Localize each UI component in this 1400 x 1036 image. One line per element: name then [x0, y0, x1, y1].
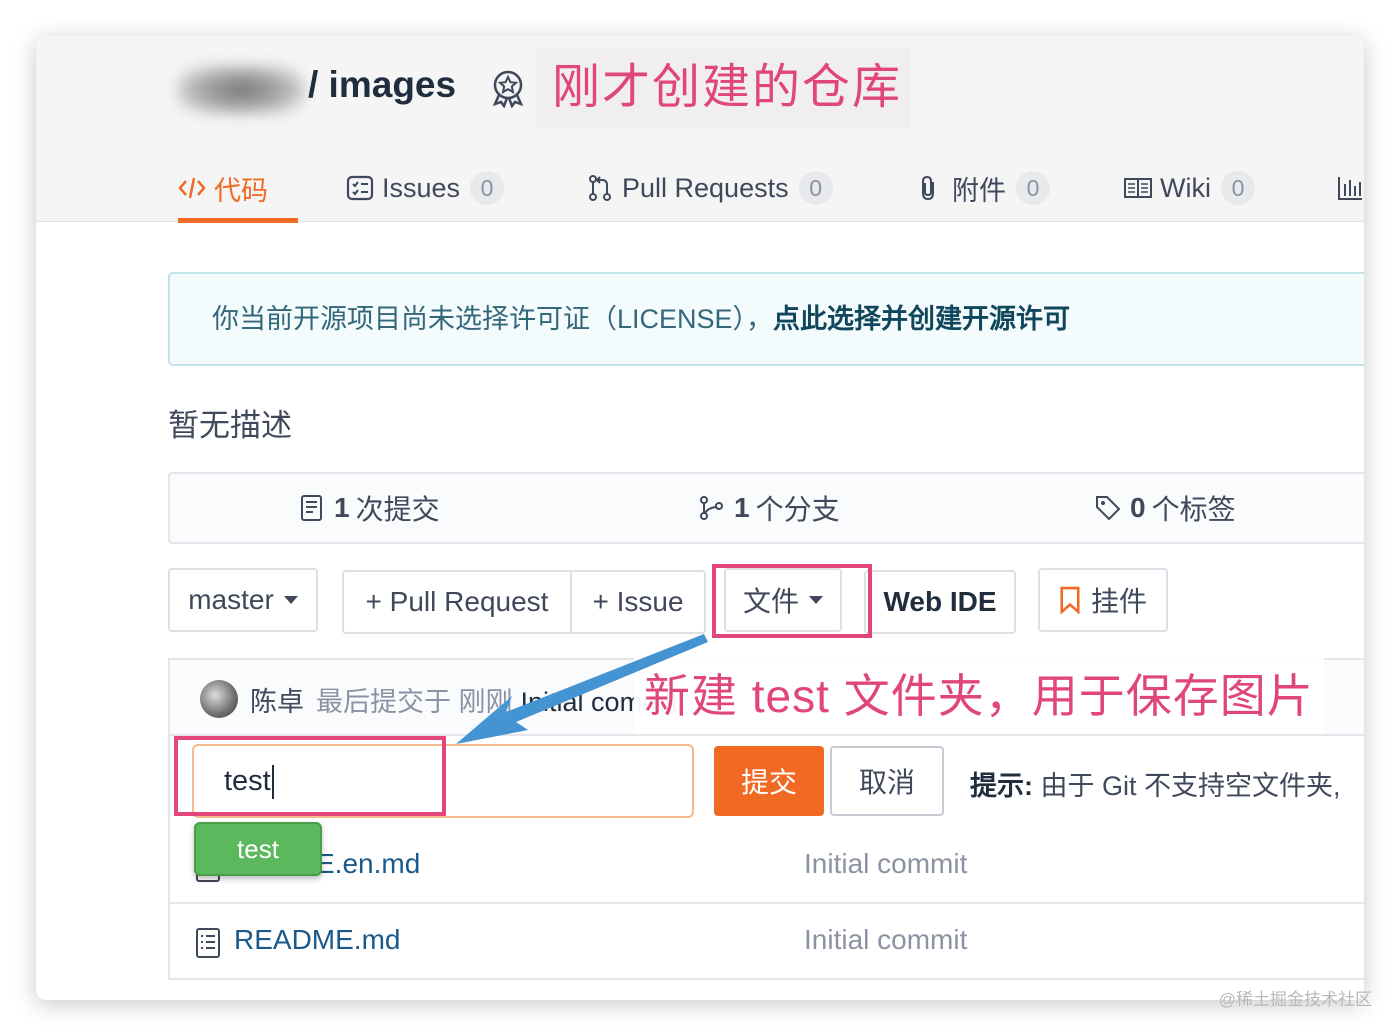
license-create-link[interactable]: 点此选择并创建开源许可	[773, 304, 1070, 334]
blurred-owner-name	[176, 64, 306, 116]
tab-attachments-label: 附件	[952, 175, 1006, 206]
tags-count: 0	[1130, 492, 1146, 523]
file-text-icon	[196, 928, 220, 958]
autocomplete-suggestion[interactable]: test	[194, 822, 322, 876]
browser-window: / images 刚才创建的仓库 代码 Issues 0 Pull Reques…	[36, 36, 1364, 1000]
tab-issues[interactable]: Issues 0	[346, 154, 505, 222]
cancel-button[interactable]: 取消	[830, 746, 944, 816]
attachments-count-badge: 0	[1016, 171, 1050, 205]
branch-select[interactable]: master	[168, 568, 318, 632]
repo-name[interactable]: / images	[308, 64, 456, 106]
tab-code-label: 代码	[214, 175, 268, 206]
tab-pull-requests[interactable]: Pull Requests 0	[586, 154, 833, 222]
license-notice-text: 你当前开源项目尚未选择许可证（LICENSE），	[212, 304, 774, 334]
repo-header: / images 刚才创建的仓库 代码 Issues 0 Pull Reques…	[36, 36, 1364, 223]
paperclip-icon	[922, 175, 934, 201]
bar-chart-icon	[1338, 177, 1362, 200]
file-commit-message[interactable]: Initial commit	[804, 924, 967, 956]
branch-icon	[700, 496, 723, 520]
web-ide-button[interactable]: Web IDE	[864, 570, 1016, 634]
chevron-down-icon	[283, 596, 298, 604]
active-tab-indicator	[178, 218, 298, 223]
pull-request-icon	[589, 175, 611, 201]
tab-attachments[interactable]: 附件 0	[916, 154, 1050, 222]
tab-statistics[interactable]	[1336, 154, 1364, 222]
commit-time: 最后提交于 刚刚	[316, 687, 513, 717]
branches-count: 1	[734, 492, 750, 523]
new-pull-request-button[interactable]: + Pull Request	[342, 570, 572, 634]
hint-label: 提示:	[970, 771, 1033, 801]
award-icon	[492, 70, 524, 108]
branches-stat[interactable]: 1 个分支	[698, 474, 840, 542]
watermark: @稀土掘金技术社区	[1218, 990, 1372, 1009]
tab-pull-requests-label: Pull Requests	[622, 172, 789, 203]
tab-wiki[interactable]: Wiki 0	[1124, 154, 1255, 222]
empty-folder-hint: 提示: 由于 Git 不支持空文件夹,	[970, 764, 1341, 803]
annotation-new-folder: 新建 test 文件夹，用于保存图片	[634, 656, 1324, 736]
tab-wiki-label: Wiki	[1160, 172, 1211, 203]
wiki-count-badge: 0	[1220, 171, 1255, 205]
file-row-readme[interactable]: README.md Initial commit	[168, 904, 1364, 980]
repo-description: 暂无描述	[168, 408, 292, 443]
widget-label: 挂件	[1090, 586, 1147, 617]
annotation-repo-created: 刚才创建的仓库	[536, 48, 911, 128]
file-name[interactable]: E.en.md	[316, 848, 420, 880]
repo-stats-bar: 1 次提交 1 个分支 0 个标签	[168, 472, 1364, 544]
tags-stat[interactable]: 0 个标签	[1094, 474, 1236, 542]
issues-icon	[346, 175, 374, 201]
code-icon	[178, 177, 206, 199]
file-name[interactable]: README.md	[234, 924, 400, 956]
highlight-file-button	[712, 564, 872, 638]
highlight-folder-input	[174, 736, 446, 816]
commit-author[interactable]: 陈卓	[250, 680, 304, 719]
commits-stat[interactable]: 1 次提交	[298, 474, 440, 542]
hint-text: 由于 Git 不支持空文件夹,	[1040, 771, 1341, 801]
branches-label: 个分支	[755, 494, 840, 525]
bookmark-icon	[1060, 586, 1080, 614]
commits-label: 次提交	[355, 494, 440, 525]
file-commit-message[interactable]: Initial commit	[804, 848, 967, 880]
avatar	[200, 680, 238, 718]
tab-issues-label: Issues	[382, 172, 461, 203]
commits-count: 1	[334, 492, 350, 523]
new-issue-button[interactable]: + Issue	[570, 570, 706, 634]
tags-label: 个标签	[1151, 494, 1236, 525]
widget-button[interactable]: 挂件	[1038, 568, 1168, 632]
book-icon	[1124, 178, 1152, 198]
commit-list-icon	[301, 495, 322, 521]
repo-tabs: 代码 Issues 0 Pull Requests 0 附件 0 Wiki 0	[168, 154, 1364, 223]
tag-icon	[1096, 496, 1121, 521]
issues-count-badge: 0	[470, 171, 505, 205]
tab-code[interactable]: 代码	[178, 154, 298, 223]
pull-requests-count-badge: 0	[798, 171, 833, 205]
commit-info: 最后提交于 刚刚 Initial commit	[316, 680, 678, 719]
submit-button[interactable]: 提交	[714, 746, 824, 816]
license-notice: 你当前开源项目尚未选择许可证（LICENSE），点此选择并创建开源许可	[168, 272, 1364, 366]
file-row-readme-en[interactable]: E.en.md Initial commit	[168, 828, 1364, 904]
branch-select-label: master	[188, 584, 274, 615]
